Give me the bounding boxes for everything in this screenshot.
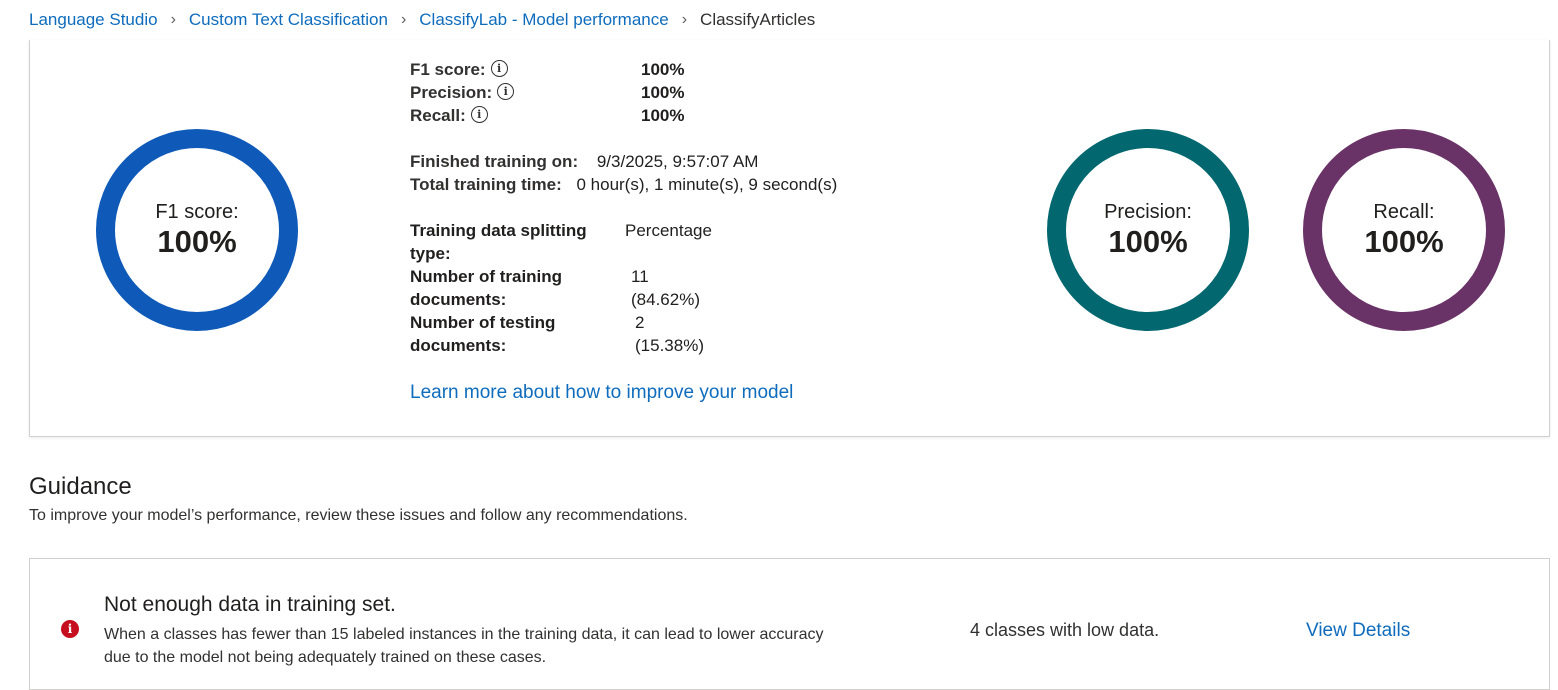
breadcrumb-model-performance[interactable]: ClassifyLab - Model performance — [419, 10, 668, 30]
chevron-right-icon: › — [170, 11, 176, 28]
breadcrumb-custom-text-classification[interactable]: Custom Text Classification — [189, 10, 388, 30]
training-docs-count: 11 — [631, 267, 649, 286]
info-icon[interactable]: i — [490, 60, 508, 77]
info-icon[interactable]: i — [497, 83, 515, 100]
recall-ring: Recall: 100% — [1303, 129, 1505, 331]
f1-score-label: F1 score: — [410, 60, 486, 79]
testing-docs-label: Number of testing documents: — [410, 313, 556, 355]
issue-description: When a classes has fewer than 15 labeled… — [104, 626, 824, 666]
issue-count: 4 classes with low data. — [970, 620, 1160, 640]
guidance-issue-card: i Not enough data in training set. When … — [29, 558, 1550, 690]
split-type-label: Training data splitting type: — [410, 221, 587, 263]
learn-more-link[interactable]: Learn more about how to improve your mod… — [410, 382, 793, 404]
chevron-right-icon: › — [400, 11, 407, 28]
split-type-value: Percentage — [625, 221, 712, 240]
total-training-time-label: Total training time: — [410, 175, 562, 194]
finished-training-row: Finished training on: 9/3/2025, 9:57:07 … — [410, 152, 758, 175]
finished-training-value: 9/3/2025, 9:57:07 AM — [596, 152, 759, 171]
precision-label: Precision: — [410, 83, 493, 102]
finished-training-label: Finished training on: — [410, 152, 579, 171]
precision-value: 100% — [641, 83, 685, 102]
breadcrumb: Language Studio › Custom Text Classifica… — [29, 8, 815, 32]
precision-ring-label: Precision: — [1104, 201, 1192, 223]
error-icon: i — [61, 620, 79, 638]
model-metrics-card: F1 score: 100% F1 score: i 100% Precision… — [29, 40, 1550, 437]
total-training-time-value: 0 hour(s), 1 minute(s), 9 second(s) — [576, 175, 838, 194]
guidance-subtitle: To improve your model’s performance, rev… — [29, 507, 688, 524]
total-training-time-row: Total training time: 0 hour(s), 1 minute… — [410, 175, 837, 198]
issue-title: Not enough data in training set. — [104, 593, 396, 616]
breadcrumb-current: ClassifyArticles — [700, 10, 816, 29]
precision-ring-value: 100% — [1108, 224, 1188, 259]
guidance-title: Guidance — [29, 473, 132, 500]
chevron-right-icon: › — [681, 11, 688, 28]
testing-docs-count: 2 — [635, 313, 645, 332]
testing-docs-percent: (15.38%) — [635, 336, 704, 355]
precision-ring: Precision: 100% — [1047, 129, 1249, 331]
info-icon[interactable]: i — [470, 106, 488, 123]
recall-label: Recall: — [410, 106, 466, 125]
recall-ring-value: 100% — [1364, 224, 1444, 259]
training-docs-percent: (84.62%) — [631, 290, 700, 309]
recall-ring-label: Recall: — [1373, 201, 1435, 223]
f1-score-value: 100% — [641, 60, 685, 79]
breadcrumb-language-studio[interactable]: Language Studio — [29, 10, 158, 30]
recall-value: 100% — [641, 106, 685, 125]
view-details-link[interactable]: View Details — [1306, 620, 1410, 642]
training-docs-label: Number of training documents: — [410, 267, 563, 309]
